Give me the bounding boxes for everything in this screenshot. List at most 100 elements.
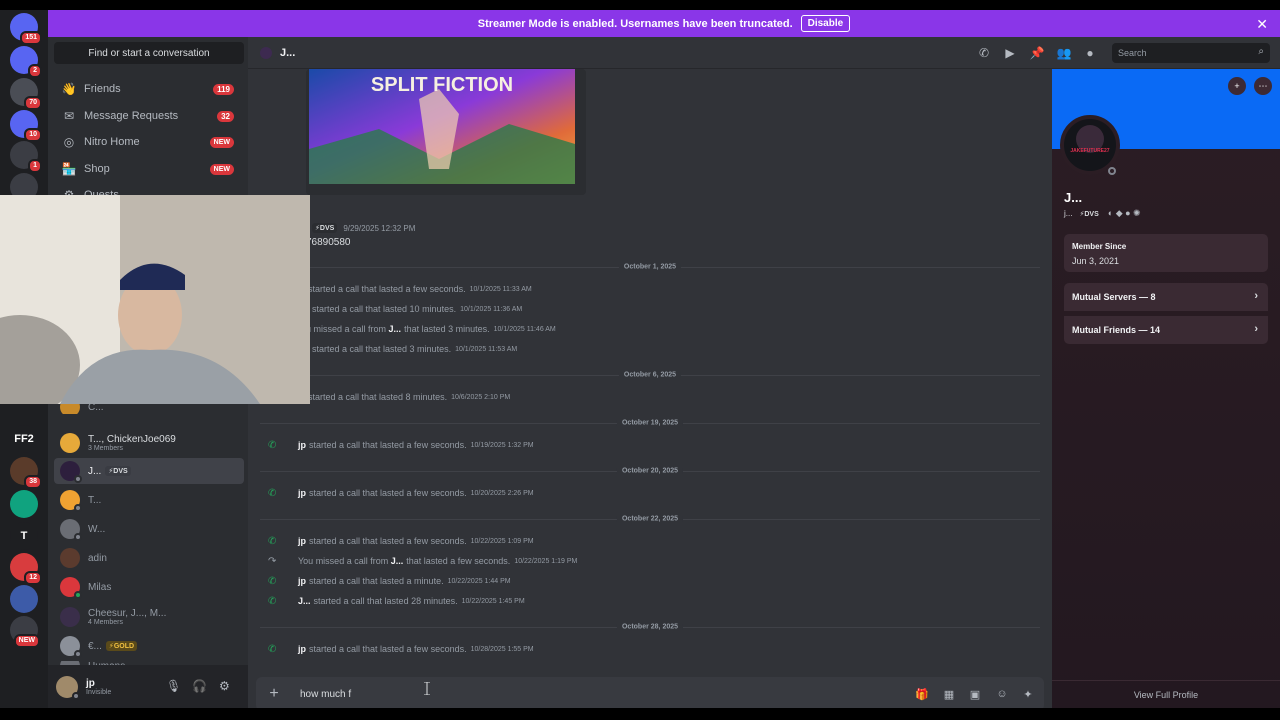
- profile-username-row: j... ⚡DVS ◐ ◆ ● ✺: [1064, 208, 1141, 219]
- dm-members-count: 3 Members: [88, 445, 124, 452]
- nitro-icon: ◎: [63, 135, 75, 149]
- discord-icon[interactable]: 2: [10, 46, 42, 78]
- group-avatar: [60, 607, 80, 627]
- avatar-icon[interactable]: 1: [10, 141, 42, 173]
- avatar-text: JAKEFUTURE27: [1070, 148, 1109, 154]
- view-full-profile-button[interactable]: View Full Profile: [1052, 680, 1280, 708]
- mutual-servers-row[interactable]: Mutual Servers — 8 ›: [1064, 283, 1268, 311]
- avatar-icon[interactable]: NEW: [10, 616, 40, 648]
- image-embed[interactable]: SPLIT FICTION: [306, 69, 586, 195]
- user-profile-icon[interactable]: ●: [1082, 45, 1098, 61]
- dm-item-euro[interactable]: €... ⚡GOLD: [54, 633, 244, 659]
- user-profile-panel: + ⋯ JAKEFUTURE27 J... j... ⚡DVS ◐ ◆ ● ✺ …: [1052, 69, 1280, 708]
- phone-icon: ✆: [268, 535, 277, 547]
- add-attachment-icon[interactable]: +: [264, 684, 284, 704]
- phone-icon: ✆: [268, 643, 277, 655]
- headphones-icon[interactable]: 🎧: [192, 679, 207, 693]
- voice-call-icon[interactable]: ✆: [976, 45, 992, 61]
- gif-icon[interactable]: ▦: [941, 686, 957, 702]
- discord-icon[interactable]: 10: [10, 110, 42, 142]
- text-cursor-icon: [424, 682, 430, 695]
- dm-item-j-active[interactable]: J... ⚡DVS: [54, 458, 244, 484]
- avatar-icon[interactable]: [10, 585, 38, 613]
- dm-item-group-chickenjoe[interactable]: T..., ChickenJoe069 3 Members: [54, 428, 244, 458]
- chat-area: SPLIT FICTION ⚡DVS 9/29/2025 12:32 PM 76…: [248, 69, 1052, 708]
- microphone-icon[interactable]: 🎙: [166, 679, 181, 693]
- date-divider: October 20, 2025: [260, 467, 1040, 475]
- member-since-label: Member Since: [1072, 242, 1127, 251]
- call-event: ✆ jp started a call that lasted a few seco…: [268, 487, 534, 499]
- discord-window: 151 2 70 10 1 FF2 38 T 12 NEW Streamer Mode is en…: [0, 10, 1280, 708]
- t-icon[interactable]: T: [10, 522, 38, 550]
- clan-tag: ⚡DVS: [312, 223, 338, 233]
- unread-badge: NEW: [13, 634, 40, 648]
- message-input[interactable]: + how much f 🎁 ▦ ▣ ☺ ✦: [256, 677, 1044, 708]
- unread-badge: 151: [20, 31, 42, 45]
- disable-button[interactable]: Disable: [800, 15, 851, 32]
- avatar-icon[interactable]: 12: [10, 553, 42, 585]
- dm-name: J...: [88, 465, 102, 477]
- add-friends-icon[interactable]: 👥: [1056, 45, 1072, 61]
- channel-title: J...: [280, 46, 296, 59]
- avatar-icon[interactable]: 70: [10, 78, 42, 110]
- close-icon[interactable]: ✕: [1256, 16, 1268, 33]
- add-friend-icon[interactable]: +: [1228, 77, 1246, 95]
- more-options-icon[interactable]: ⋯: [1254, 77, 1272, 95]
- user-avatar[interactable]: [56, 675, 80, 700]
- dm-item-w[interactable]: W...: [54, 516, 244, 542]
- find-conversation-button[interactable]: Find or start a conversation: [54, 42, 244, 64]
- unread-badge: 12: [24, 571, 42, 585]
- new-badge: NEW: [209, 136, 234, 148]
- banner-text: Streamer Mode is enabled. Usernames have…: [477, 17, 793, 30]
- nav-label: Friends: [84, 83, 121, 95]
- search-input[interactable]: Search ⌕: [1112, 43, 1270, 63]
- message-input-value[interactable]: how much f: [300, 689, 351, 700]
- video-call-icon[interactable]: ▶: [1002, 45, 1018, 61]
- phone-icon: ✆: [268, 487, 277, 499]
- emoji-icon[interactable]: ☺: [994, 686, 1010, 702]
- clan-tag: ⚡DVS: [1079, 210, 1099, 218]
- dm-item-adin[interactable]: adin: [54, 545, 244, 571]
- gift-icon[interactable]: 🎁: [914, 686, 930, 702]
- unread-badge: 70: [24, 96, 42, 110]
- dm-name: €...: [88, 640, 102, 652]
- split-fiction-image[interactable]: SPLIT FICTION: [309, 69, 575, 184]
- dm-item-t[interactable]: T...: [54, 487, 244, 513]
- avatar: [60, 636, 82, 658]
- date-divider: October 6, 2025: [260, 371, 1040, 379]
- sticker-icon[interactable]: ▣: [967, 686, 983, 702]
- message-timestamp: 9/29/2025 12:32 PM: [343, 223, 416, 233]
- missed-call-icon: ↷: [268, 555, 277, 567]
- apps-icon[interactable]: ✦: [1020, 686, 1036, 702]
- nav-shop[interactable]: 🏪 Shop NEW: [54, 157, 244, 181]
- call-event: ✆ jp started a call that lasted a few seco…: [268, 643, 534, 655]
- profile-username: j...: [1064, 209, 1073, 218]
- requests-count-badge: 32: [217, 110, 234, 122]
- pin-icon[interactable]: 📌: [1029, 45, 1045, 61]
- call-event: started a call that lasted a few seconds…: [308, 284, 532, 294]
- status-indicator: [1106, 165, 1118, 177]
- call-event: ✆ J... started a call that lasted 28 minut…: [268, 595, 525, 607]
- nav-message-requests[interactable]: ✉ Message Requests 32: [54, 104, 244, 128]
- date-divider: October 19, 2025: [260, 419, 1040, 427]
- mutual-friends-label: Mutual Friends — 14: [1072, 325, 1161, 335]
- dm-name: Cheesur, J..., M...: [88, 608, 167, 619]
- call-event-missed: u missed a call from J... that lasted 3 m…: [306, 324, 556, 334]
- dm-item-group-cheesur[interactable]: Cheesur, J..., M... 4 Members: [54, 602, 244, 632]
- call-event: started a call that lasted 10 minutes. 10…: [312, 304, 523, 314]
- nav-friends[interactable]: 👋 Friends 119: [54, 77, 244, 101]
- avatar: [60, 519, 82, 541]
- date-divider: October 22, 2025: [260, 515, 1040, 523]
- unread-badge: 38: [24, 475, 42, 489]
- discord-home-icon[interactable]: 151: [10, 13, 42, 45]
- mutual-friends-row[interactable]: Mutual Friends — 14 ›: [1064, 316, 1268, 344]
- friends-count-badge: 119: [213, 83, 234, 95]
- ff2-icon[interactable]: FF2: [10, 425, 38, 453]
- clan-tag: ⚡DVS: [105, 466, 131, 476]
- nav-nitro-home[interactable]: ◎ Nitro Home NEW: [54, 130, 244, 154]
- dm-item-milas[interactable]: Milas: [54, 574, 244, 600]
- user-status: Invisible: [86, 688, 112, 696]
- avatar-icon[interactable]: 38: [10, 457, 42, 489]
- settings-gear-icon[interactable]: ⚙: [219, 679, 230, 693]
- openai-icon[interactable]: [10, 490, 38, 518]
